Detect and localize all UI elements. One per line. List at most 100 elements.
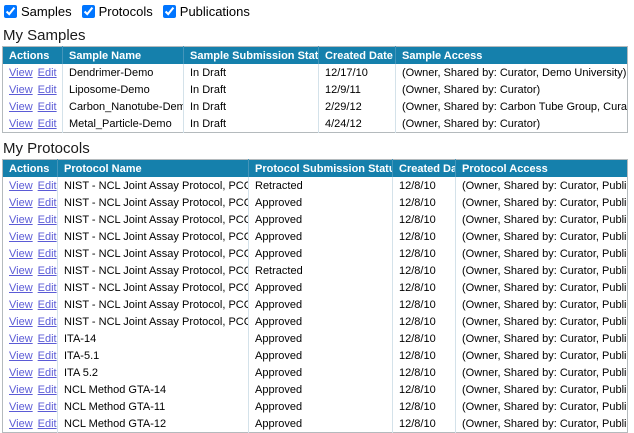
created-date-cell: 12/8/10 [393, 415, 456, 433]
edit-link[interactable]: Edit [38, 84, 57, 96]
edit-link[interactable]: Edit [38, 316, 57, 328]
status-cell: Approved [249, 381, 393, 398]
table-row: ViewEditNIST - NCL Joint Assay Protocol,… [3, 296, 628, 313]
view-link[interactable]: View [9, 84, 33, 96]
edit-link[interactable]: Edit [38, 67, 57, 79]
edit-link[interactable]: Edit [38, 231, 57, 243]
view-link[interactable]: View [9, 333, 33, 345]
view-link[interactable]: View [9, 367, 33, 379]
access-cell: (Owner, Shared by: Carbon Tube Group, Cu… [396, 98, 628, 115]
created-date-cell: 12/8/10 [393, 245, 456, 262]
access-cell: (Owner, Shared by: Curator, Demo Univers… [396, 64, 628, 81]
view-link[interactable]: View [9, 299, 33, 311]
view-link[interactable]: View [9, 118, 33, 130]
access-cell: (Owner, Shared by: Curator, Public) [456, 228, 628, 245]
edit-link[interactable]: Edit [38, 101, 57, 113]
protocols-checkbox[interactable] [82, 5, 95, 18]
access-cell: (Owner, Shared by: Curator) [396, 81, 628, 98]
name-cell: Metal_Particle-Demo [63, 115, 184, 133]
status-cell: In Draft [184, 115, 319, 133]
access-cell: (Owner, Shared by: Curator, Public) [456, 279, 628, 296]
actions-cell: View Edit [3, 398, 58, 415]
name-cell: ITA-14 [58, 330, 249, 347]
view-link[interactable]: View [9, 401, 33, 413]
table-row: View Edit Metal_Particle-DemoIn Draft4/24/… [3, 115, 628, 133]
view-link[interactable]: View [9, 197, 33, 209]
actions-cell: View Edit [3, 381, 58, 398]
table-row: ViewEditLiposome-DemoIn Draft12/9/11(Own… [3, 81, 628, 98]
status-cell: Approved [249, 211, 393, 228]
table-row: View EditNIST - NCL Joint Assay Protocol,… [3, 313, 628, 330]
created-date-cell: 12/8/10 [393, 296, 456, 313]
view-link[interactable]: View [9, 265, 33, 277]
edit-link[interactable]: Edit [38, 401, 57, 413]
view-link[interactable]: View [9, 231, 33, 243]
status-cell: Approved [249, 313, 393, 330]
edit-link[interactable]: Edit [38, 418, 57, 430]
view-link[interactable]: View [9, 384, 33, 396]
created-date-cell: 12/8/10 [393, 313, 456, 330]
edit-link[interactable]: Edit [38, 299, 57, 311]
status-cell: Approved [249, 194, 393, 211]
access-cell: (Owner, Shared by: Curator, Public) [456, 245, 628, 262]
view-link[interactable]: View [9, 214, 33, 226]
edit-link[interactable]: Edit [38, 118, 57, 130]
edit-link[interactable]: Edit [38, 180, 57, 192]
access-cell: (Owner, Shared by: Curator, Public) [456, 398, 628, 415]
samples-table-body: ViewEditDendrimer-DemoIn Draft12/17/10(O… [3, 64, 628, 133]
status-cell: Approved [249, 296, 393, 313]
view-link[interactable]: View [9, 180, 33, 192]
edit-link[interactable]: Edit [38, 214, 57, 226]
actions-cell: View Edit [3, 262, 58, 279]
name-cell: NIST - NCL Joint Assay Protocol, PCC-6 [58, 177, 249, 194]
access-cell: (Owner, Shared by: Curator) [396, 115, 628, 133]
table-row: View EditNIST - NCL Joint Assay Protocol,… [3, 177, 628, 194]
view-link[interactable]: View [9, 418, 33, 430]
created-date-cell: 12/8/10 [393, 398, 456, 415]
view-link[interactable]: View [9, 316, 33, 328]
created-date-cell: 12/8/10 [393, 347, 456, 364]
view-link[interactable]: View [9, 350, 33, 362]
created-date-cell: 12/8/10 [393, 330, 456, 347]
access-cell: (Owner, Shared by: Curator, Public) [456, 364, 628, 381]
table-row: ViewEditNIST - NCL Joint Assay Protocol,… [3, 194, 628, 211]
access-cell: (Owner, Shared by: Curator, Public) [456, 262, 628, 279]
status-cell: In Draft [184, 98, 319, 115]
edit-link[interactable]: Edit [38, 350, 57, 362]
actions-cell: View Edit [3, 228, 58, 245]
edit-link[interactable]: Edit [38, 333, 57, 345]
publications-checkbox[interactable] [163, 5, 176, 18]
status-cell: Retracted [249, 177, 393, 194]
actions-cell: View Edit [3, 245, 58, 262]
access-cell: (Owner, Shared by: Curator, Public) [456, 211, 628, 228]
actions-cell: View Edit [3, 330, 58, 347]
table-row: ViewEditDendrimer-DemoIn Draft12/17/10(O… [3, 64, 628, 81]
status-cell: Approved [249, 415, 393, 433]
table-row: ViewEditNCL Method GTA-11Approved12/8/10… [3, 398, 628, 415]
view-link[interactable]: View [9, 67, 33, 79]
created-date-cell: 2/29/12 [319, 98, 396, 115]
view-link[interactable]: View [9, 248, 33, 260]
name-cell: NIST - NCL Joint Assay Protocol, PCC-13 [58, 313, 249, 330]
access-cell: (Owner, Shared by: Curator, Public) [456, 347, 628, 364]
created-date-cell: 12/8/10 [393, 228, 456, 245]
view-link[interactable]: View [9, 101, 33, 113]
edit-link[interactable]: Edit [38, 367, 57, 379]
access-cell: (Owner, Shared by: Curator, Public) [456, 313, 628, 330]
name-cell: NIST - NCL Joint Assay Protocol, PCC-9 [58, 245, 249, 262]
samples-header-name: Sample Name [63, 47, 184, 65]
protocols-section-title: My Protocols [3, 140, 634, 157]
protocols-table-body: ViewEditNIST - NCL Joint Assay Protocol,… [3, 177, 628, 433]
edit-link[interactable]: Edit [38, 384, 57, 396]
table-row: ViewEditITA 5.2Approved12/8/10(Owner, Sh… [3, 364, 628, 381]
edit-link[interactable]: Edit [38, 265, 57, 277]
edit-link[interactable]: Edit [38, 282, 57, 294]
created-date-cell: 4/24/12 [319, 115, 396, 133]
access-cell: (Owner, Shared by: Curator, Public) [456, 194, 628, 211]
samples-checkbox[interactable] [4, 5, 17, 18]
view-link[interactable]: View [9, 282, 33, 294]
edit-link[interactable]: Edit [38, 248, 57, 260]
name-cell: ITA 5.2 [58, 364, 249, 381]
status-cell: Approved [249, 228, 393, 245]
edit-link[interactable]: Edit [38, 197, 57, 209]
